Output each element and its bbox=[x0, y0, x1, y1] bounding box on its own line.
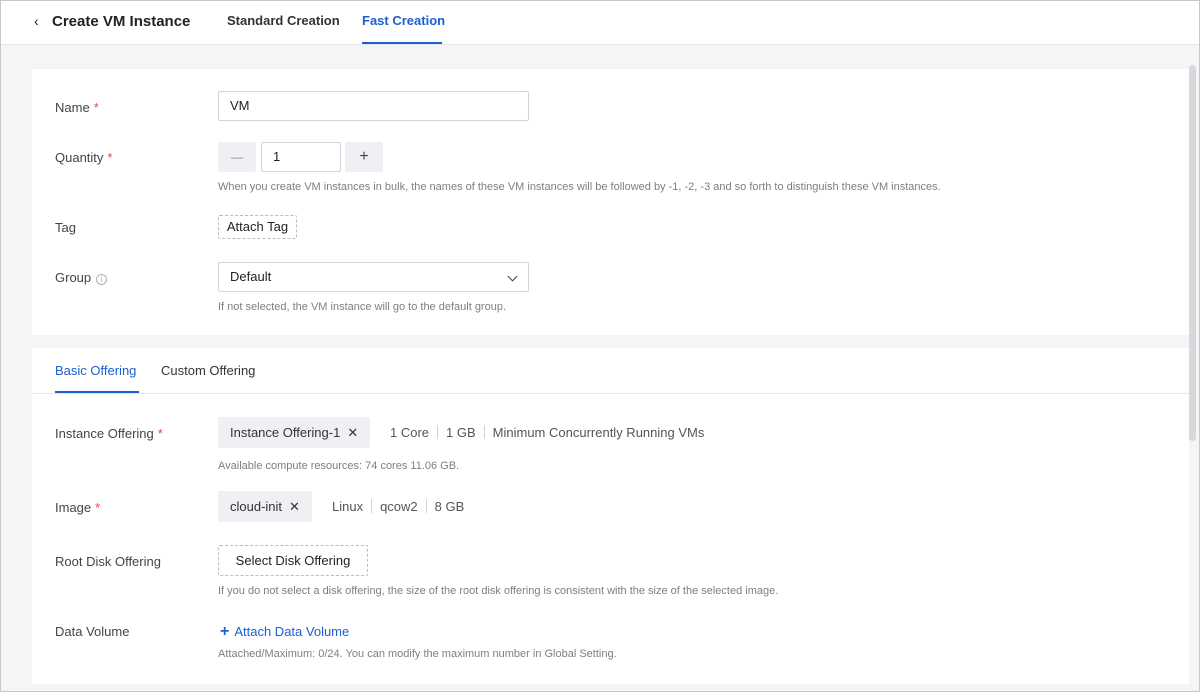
divider bbox=[371, 499, 373, 513]
instance-offering-specs: 1 Core 1 GB Minimum Concurrently Running V… bbox=[390, 417, 704, 448]
tab-custom-offering[interactable]: Custom Offering bbox=[161, 363, 255, 378]
required-mark: * bbox=[93, 100, 99, 115]
offering-card: Basic Offering Custom Offering Instance … bbox=[32, 348, 1189, 684]
spec-memory: 1 GB bbox=[446, 425, 476, 440]
chevron-down-icon bbox=[507, 271, 518, 282]
select-disk-offering-button[interactable]: Select Disk Offering bbox=[218, 545, 368, 576]
quantity-minus-button[interactable]: — bbox=[218, 142, 256, 172]
attach-data-volume-link[interactable]: + Attach Data Volume bbox=[220, 623, 349, 641]
image-chip: cloud-init ✕ bbox=[218, 491, 312, 522]
image-specs: Linux qcow2 8 GB bbox=[332, 491, 464, 522]
instance-offering-chip-label: Instance Offering-1 bbox=[230, 425, 341, 440]
active-tab-indicator bbox=[362, 42, 442, 44]
tag-label: Tag bbox=[55, 220, 76, 235]
attach-tag-button[interactable]: Attach Tag bbox=[218, 215, 297, 239]
quantity-label: Quantity * bbox=[55, 150, 113, 165]
page-header: ‹ Create VM Instance Standard Creation F… bbox=[1, 1, 1199, 45]
required-mark: * bbox=[95, 500, 101, 515]
instance-offering-label: Instance Offering * bbox=[55, 426, 163, 441]
group-select[interactable]: Default bbox=[218, 262, 529, 292]
spec-size: 8 GB bbox=[434, 499, 465, 514]
data-volume-help-text: Attached/Maximum: 0/24. You can modify t… bbox=[218, 648, 617, 660]
divider bbox=[425, 499, 427, 513]
image-chip-label: cloud-init bbox=[230, 499, 283, 514]
back-chevron-icon[interactable]: ‹ bbox=[34, 13, 39, 29]
spec-running: Minimum Concurrently Running VMs bbox=[492, 425, 705, 440]
root-disk-offering-label: Root Disk Offering bbox=[55, 554, 161, 569]
plus-icon: + bbox=[220, 623, 230, 640]
instance-offering-chip: Instance Offering-1 ✕ bbox=[218, 417, 371, 448]
basic-info-card: Name * VM Quantity * — 1 + When you create… bbox=[32, 69, 1189, 335]
app-frame: ‹ Create VM Instance Standard Creation F… bbox=[0, 0, 1200, 692]
page-title: Create VM Instance bbox=[52, 13, 191, 30]
tab-standard-creation[interactable]: Standard Creation bbox=[227, 13, 340, 28]
offering-tabs: Basic Offering Custom Offering bbox=[32, 348, 1189, 394]
info-icon[interactable]: i bbox=[96, 274, 108, 285]
quantity-input[interactable]: 1 bbox=[261, 142, 341, 172]
data-volume-label: Data Volume bbox=[55, 624, 130, 639]
image-label: Image * bbox=[55, 500, 101, 515]
vertical-scrollbar[interactable] bbox=[1189, 65, 1196, 441]
quantity-help-text: When you create VM instances in bulk, th… bbox=[218, 181, 941, 193]
spec-os: Linux bbox=[332, 499, 364, 514]
spec-cpu: 1 Core bbox=[390, 425, 430, 440]
group-help-text: If not selected, the VM instance will go… bbox=[218, 301, 507, 313]
active-subtab-indicator bbox=[55, 391, 139, 393]
close-icon[interactable]: ✕ bbox=[347, 425, 358, 440]
divider bbox=[483, 425, 485, 439]
tab-basic-offering[interactable]: Basic Offering bbox=[55, 363, 136, 378]
group-select-value: Default bbox=[230, 269, 272, 284]
divider bbox=[437, 425, 439, 439]
close-icon[interactable]: ✕ bbox=[289, 499, 300, 514]
tab-fast-creation[interactable]: Fast Creation bbox=[362, 13, 445, 28]
spec-format: qcow2 bbox=[380, 499, 418, 514]
quantity-plus-button[interactable]: + bbox=[345, 142, 383, 172]
required-mark: * bbox=[107, 150, 113, 165]
name-input[interactable]: VM bbox=[218, 91, 529, 121]
name-label: Name * bbox=[55, 100, 99, 115]
required-mark: * bbox=[157, 426, 163, 441]
group-label: Group i bbox=[55, 270, 108, 285]
compute-resources-help: Available compute resources: 74 cores 11… bbox=[218, 460, 460, 472]
root-disk-help-text: If you do not select a disk offering, th… bbox=[218, 585, 779, 597]
